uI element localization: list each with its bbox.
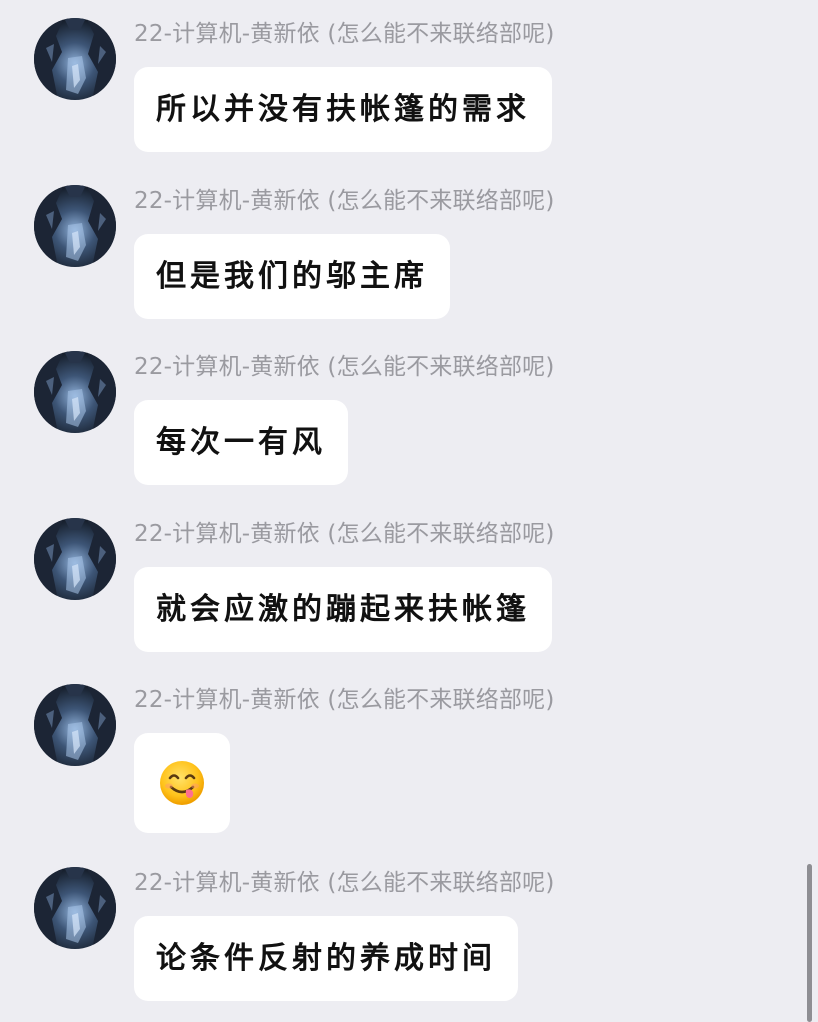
sender-avatar[interactable] [34,18,116,100]
sender-avatar[interactable] [34,351,116,433]
message-row: 22-计算机-黄新依 (怎么能不来联络部呢) 所以并没有扶帐篷的需求 [0,0,800,160]
chat-message-list[interactable]: 22-计算机-黄新依 (怎么能不来联络部呢) 所以并没有扶帐篷的需求 22-计算… [0,0,818,1022]
sender-avatar[interactable] [34,185,116,267]
message-text: 所以并没有扶帐篷的需求 [156,91,530,127]
message-text: 每次一有风 [156,424,326,460]
sender-name: 22-计算机-黄新依 (怎么能不来联络部呢) [134,687,555,713]
sender-name: 22-计算机-黄新依 (怎么能不来联络部呢) [134,870,555,896]
sender-name: 22-计算机-黄新依 (怎么能不来联络部呢) [134,21,555,47]
message-text: 但是我们的邬主席 [156,258,428,294]
message-bubble[interactable]: 就会应激的蹦起来扶帐篷 [134,567,552,652]
message-text: 论条件反射的养成时间 [156,940,496,976]
sender-avatar[interactable] [34,684,116,766]
message-row: 22-计算机-黄新依 (怎么能不来联络部呢) [0,666,800,846]
sender-name: 22-计算机-黄新依 (怎么能不来联络部呢) [134,188,555,214]
cave-avatar-icon [34,518,116,600]
message-bubble[interactable]: 但是我们的邬主席 [134,234,450,319]
sender-avatar[interactable] [34,867,116,949]
message-row: 22-计算机-黄新依 (怎么能不来联络部呢) 就会应激的蹦起来扶帐篷 [0,500,800,660]
message-row: 22-计算机-黄新依 (怎么能不来联络部呢) 每次一有风 [0,333,800,493]
yum-face-emoji-icon [160,761,204,805]
cave-avatar-icon [34,684,116,766]
message-row: 22-计算机-黄新依 (怎么能不来联络部呢) 论条件反射的养成时间 [0,849,800,1009]
message-row: 22-计算机-黄新依 (怎么能不来联络部呢) 但是我们的邬主席 [0,167,800,327]
scrollbar-thumb[interactable] [807,864,812,1022]
sender-name: 22-计算机-黄新依 (怎么能不来联络部呢) [134,354,555,380]
cave-avatar-icon [34,351,116,433]
message-bubble[interactable]: 论条件反射的养成时间 [134,916,518,1001]
message-bubble[interactable]: 每次一有风 [134,400,348,485]
message-bubble[interactable]: 所以并没有扶帐篷的需求 [134,67,552,152]
message-text: 就会应激的蹦起来扶帐篷 [156,591,530,627]
sender-name: 22-计算机-黄新依 (怎么能不来联络部呢) [134,521,555,547]
emoji-message-bubble[interactable] [134,733,230,833]
sender-avatar[interactable] [34,518,116,600]
cave-avatar-icon [34,867,116,949]
cave-avatar-icon [34,18,116,100]
cave-avatar-icon [34,185,116,267]
